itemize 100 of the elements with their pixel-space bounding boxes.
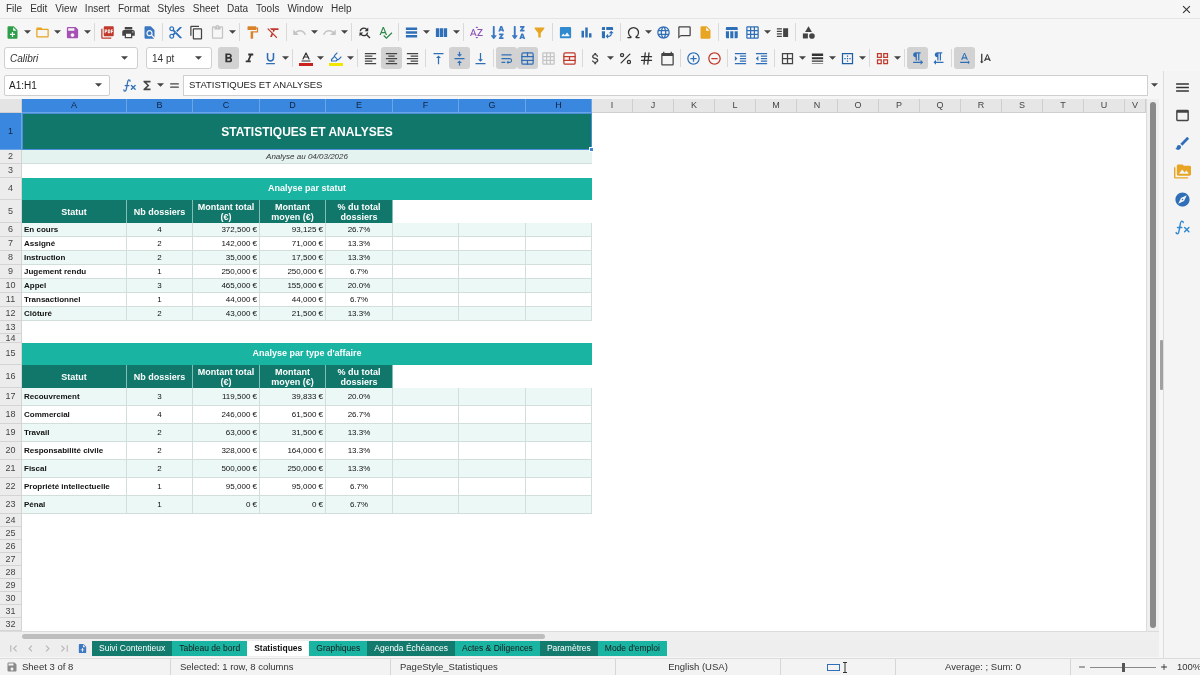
column-header[interactable]: V — [1125, 99, 1146, 113]
sidebar-grip[interactable] — [1159, 339, 1163, 390]
name-box[interactable]: A1:H1 — [4, 74, 110, 96]
column-header[interactable]: M — [756, 99, 797, 113]
row-header[interactable]: 20 — [0, 442, 22, 460]
row-header[interactable]: 25 — [0, 527, 22, 540]
row-header[interactable]: 28 — [0, 566, 22, 579]
column-header[interactable]: R — [961, 99, 1002, 113]
row-header[interactable]: 21 — [0, 460, 22, 478]
row-header[interactable]: 31 — [0, 605, 22, 618]
language-label[interactable]: English (USA) — [668, 659, 728, 675]
column-header[interactable]: K — [674, 99, 715, 113]
column-header[interactable]: Q — [920, 99, 961, 113]
omega-icon — [626, 24, 641, 40]
add-sheet-button[interactable] — [76, 641, 88, 656]
menu-item[interactable]: Insert — [80, 0, 114, 18]
merge-center-button[interactable] — [517, 47, 538, 69]
sheet-tab[interactable]: Actes & Diligences — [455, 641, 540, 656]
column-header[interactable]: P — [879, 99, 920, 113]
sheet-tab[interactable]: Agenda Échéances — [367, 641, 455, 656]
formula-input[interactable]: STATISTIQUES ET ANALYSES — [183, 74, 1148, 96]
row-header[interactable]: 17 — [0, 388, 22, 406]
row-header[interactable]: 3 — [0, 164, 22, 178]
row-header[interactable]: 27 — [0, 553, 22, 566]
row-header[interactable]: 12 — [0, 307, 22, 321]
align-center-button[interactable] — [381, 47, 402, 69]
column-header[interactable]: L — [715, 99, 756, 113]
column-header[interactable]: I — [592, 99, 633, 113]
column-header[interactable]: B — [127, 99, 193, 113]
column-header[interactable]: D — [260, 99, 326, 113]
zoom-level[interactable]: 100% — [1177, 659, 1200, 675]
align-left-icon — [363, 50, 378, 66]
column-header[interactable]: U — [1084, 99, 1125, 113]
sheet-tab[interactable]: Tableau de bord — [172, 641, 248, 656]
row-header[interactable]: 19 — [0, 424, 22, 442]
row-header[interactable]: 11 — [0, 293, 22, 307]
column-header[interactable]: O — [838, 99, 879, 113]
row-header[interactable]: 9 — [0, 265, 22, 279]
menu-item[interactable]: Data — [222, 0, 253, 18]
menu-item[interactable]: File — [2, 0, 27, 18]
row-header[interactable]: 30 — [0, 592, 22, 605]
bold-button[interactable] — [218, 47, 239, 69]
wrap-text-button[interactable] — [496, 47, 517, 69]
column-header[interactable]: T — [1043, 99, 1084, 113]
row-header[interactable]: 8 — [0, 251, 22, 265]
menu-item[interactable]: Sheet — [188, 0, 223, 18]
font-name-field[interactable]: Calibri — [4, 47, 138, 69]
sheet-tab[interactable]: Paramètres — [539, 641, 598, 656]
font-size-field[interactable]: 14 pt — [146, 47, 212, 69]
zoom-slider[interactable] — [1090, 662, 1156, 672]
center-vertically-button[interactable] — [449, 47, 470, 69]
row-header[interactable]: 32 — [0, 618, 22, 631]
row-header[interactable]: 2 — [0, 150, 22, 164]
menu-item[interactable]: View — [51, 0, 81, 18]
row-header[interactable]: 22 — [0, 478, 22, 496]
menu-item[interactable]: Window — [283, 0, 327, 18]
menu-item[interactable]: Styles — [153, 0, 189, 18]
menu-item[interactable]: Help — [327, 0, 356, 18]
sheet-tab[interactable]: Statistiques — [247, 641, 310, 656]
menu-item[interactable]: Edit — [26, 0, 52, 18]
row-header[interactable]: 5 — [0, 200, 22, 223]
row-header[interactable]: 1 — [0, 113, 22, 150]
column-header[interactable]: N — [797, 99, 838, 113]
column-header[interactable]: J — [633, 99, 674, 113]
row-header[interactable]: 13 — [0, 321, 22, 334]
row-header[interactable]: 4 — [0, 178, 22, 200]
row-header[interactable]: 23 — [0, 496, 22, 514]
scrollbar-thumb[interactable] — [22, 633, 545, 639]
fill-handle[interactable] — [589, 147, 594, 152]
spellcheck-icon — [378, 24, 393, 40]
column-header[interactable]: G — [459, 99, 526, 113]
row-header[interactable]: 6 — [0, 223, 22, 237]
scrollbar-thumb[interactable] — [1150, 102, 1156, 628]
row-header[interactable]: 26 — [0, 540, 22, 553]
column-header[interactable]: H — [526, 99, 592, 113]
column-header[interactable]: A — [22, 99, 127, 113]
sheet-tab[interactable]: Suivi Contentieux — [92, 641, 173, 656]
row-header[interactable]: 16 — [0, 365, 22, 388]
menu-item[interactable]: Format — [113, 0, 154, 18]
row-header[interactable]: 18 — [0, 406, 22, 424]
column-header[interactable]: F — [393, 99, 459, 113]
sheet-tab[interactable]: Graphiques — [309, 641, 368, 656]
sheet-tab[interactable]: Mode d'emploi — [597, 641, 667, 656]
column-heading: Nb dossiers — [127, 365, 193, 388]
menu-item[interactable]: Tools — [252, 0, 284, 18]
column-header[interactable]: E — [326, 99, 393, 113]
vertical-scrollbar[interactable] — [1146, 99, 1159, 631]
zoom-slider-thumb[interactable] — [1122, 662, 1125, 672]
left-to-right-button[interactable] — [907, 47, 928, 69]
row-header[interactable]: 15 — [0, 343, 22, 365]
row-header[interactable]: 7 — [0, 237, 22, 251]
table-cell: 13.3% — [326, 442, 393, 460]
row-header[interactable]: 24 — [0, 514, 22, 527]
row-header[interactable]: 10 — [0, 279, 22, 293]
column-header[interactable]: S — [1002, 99, 1043, 113]
column-header[interactable]: C — [193, 99, 260, 113]
row-header[interactable]: 29 — [0, 579, 22, 592]
text-left-to-right-button[interactable] — [954, 47, 975, 69]
horizontal-scrollbar[interactable] — [0, 631, 1159, 640]
selection-mode-icon[interactable] — [827, 661, 849, 673]
